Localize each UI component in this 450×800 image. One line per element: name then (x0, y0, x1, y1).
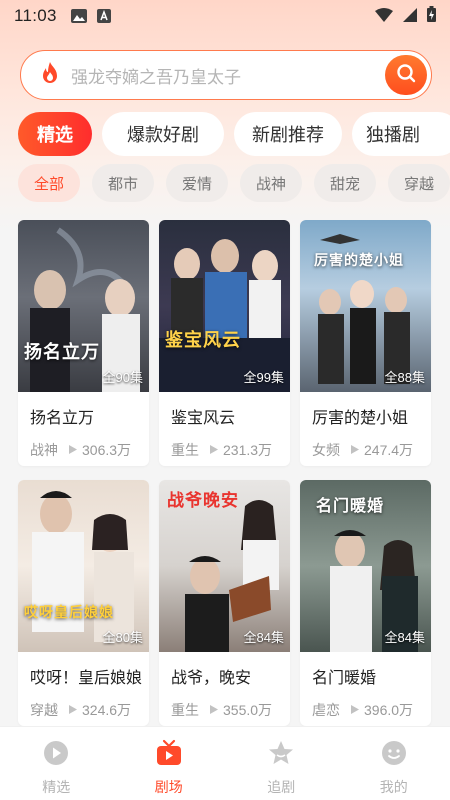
episode-count: 全84集 (243, 630, 284, 645)
category-time-travel[interactable]: 穿越 (388, 164, 450, 202)
drama-tag: 虐恋 (312, 702, 340, 718)
drama-poster: 哎呀皇后娘娘 全80集 (18, 480, 149, 652)
status-bar: 11:03 (0, 0, 450, 32)
play-count-icon (209, 442, 219, 458)
star-icon (267, 739, 295, 771)
episode-count: 全90集 (102, 370, 143, 385)
gallery-icon (70, 9, 87, 23)
drama-title: 名门暖婚 (312, 670, 377, 687)
play-count-icon (68, 442, 78, 458)
tab-hot-dramas[interactable]: 爆款好剧 (102, 112, 224, 156)
play-count-icon (350, 442, 360, 458)
nav-profile[interactable]: 我的 (338, 727, 450, 800)
episode-count: 全88集 (384, 370, 425, 385)
episode-count: 全84集 (384, 630, 425, 645)
category-all[interactable]: 全部 (18, 164, 80, 202)
top-tabs: 精选 爆款好剧 新剧推荐 独播剧 (18, 112, 450, 156)
drama-poster: 扬名立万 全90集 (18, 220, 149, 392)
drama-meta: 穿越 324.6万 (30, 700, 149, 720)
drama-tag: 重生 (171, 442, 199, 458)
drama-title: 鉴宝风云 (171, 410, 236, 427)
drama-title: 厉害的楚小姐 (312, 410, 409, 427)
nav-label: 我的 (379, 779, 408, 795)
poster-title-art: 鉴宝风云 (165, 330, 241, 351)
drama-title: 战爷，晚安 (171, 670, 252, 687)
view-count: 396.0万 (364, 702, 414, 718)
tab-exclusive[interactable]: 独播剧 (352, 112, 450, 156)
poster-title-art: 名门暖婚 (316, 496, 385, 515)
episode-count: 全99集 (243, 370, 284, 385)
smiley-icon (380, 739, 408, 771)
drama-title: 扬名立万 (30, 410, 95, 427)
drama-card[interactable]: 扬名立万 全90集 扬名立万 战神 306.3万 (18, 220, 149, 466)
battery-icon (427, 6, 436, 26)
view-count: 355.0万 (223, 702, 273, 718)
play-circle-icon (42, 739, 70, 771)
poster-title-art: 厉害的楚小姐 (314, 253, 404, 269)
drama-tag: 战神 (30, 442, 58, 458)
drama-meta: 战神 306.3万 (30, 440, 149, 460)
bottom-navigation: 精选 剧场 追剧 我的 (0, 726, 450, 800)
drama-tag: 重生 (171, 702, 199, 718)
search-button[interactable] (385, 55, 427, 95)
search-input[interactable]: 强龙夺嫡之吾乃皇太子 (71, 63, 241, 88)
category-sweet[interactable]: 甜宠 (314, 164, 376, 202)
drama-card[interactable]: 哎呀皇后娘娘 全80集 哎呀！皇后娘娘 穿越 324.6万 (18, 480, 149, 726)
nav-featured[interactable]: 精选 (0, 727, 113, 800)
poster-title-art: 扬名立万 (24, 342, 100, 363)
drama-card[interactable]: 战爷晚安 全84集 战爷，晚安 重生 355.0万 (159, 480, 290, 726)
play-count-icon (350, 702, 360, 718)
episode-count: 全80集 (102, 630, 143, 645)
drama-tag: 女频 (312, 442, 340, 458)
view-count: 324.6万 (82, 702, 132, 718)
view-count: 247.4万 (364, 442, 414, 458)
category-romance[interactable]: 爱情 (166, 164, 228, 202)
view-count: 231.3万 (223, 442, 273, 458)
drama-grid: 扬名立万 全90集 扬名立万 战神 306.3万 鉴宝风云 全99集 鉴宝风云 … (18, 220, 432, 726)
play-count-icon (68, 702, 78, 718)
drama-poster: 名门暖婚 全84集 (300, 480, 431, 652)
signal-icon (403, 7, 417, 26)
drama-meta: 重生 231.3万 (171, 440, 290, 460)
wifi-icon (375, 7, 393, 26)
drama-meta: 虐恋 396.0万 (312, 700, 431, 720)
poster-title-art: 战爷晚安 (167, 491, 239, 511)
tab-featured[interactable]: 精选 (18, 112, 92, 156)
nav-following[interactable]: 追剧 (225, 727, 338, 800)
status-time: 11:03 (14, 6, 57, 25)
category-urban[interactable]: 都市 (92, 164, 154, 202)
drama-card[interactable]: 名门暖婚 全84集 名门暖婚 虐恋 396.0万 (300, 480, 431, 726)
tab-new-dramas[interactable]: 新剧推荐 (234, 112, 342, 156)
drama-card[interactable]: 鉴宝风云 全99集 鉴宝风云 重生 231.3万 (159, 220, 290, 466)
category-filter: 全部 都市 爱情 战神 甜宠 穿越 (18, 164, 450, 202)
drama-title: 哎呀！皇后娘娘 (30, 670, 143, 687)
drama-meta: 女频 247.4万 (312, 440, 431, 460)
category-war-god[interactable]: 战神 (240, 164, 302, 202)
drama-poster: 战爷晚安 全84集 (159, 480, 290, 652)
nav-label: 剧场 (154, 779, 183, 795)
search-bar[interactable]: 强龙夺嫡之吾乃皇太子 (20, 50, 432, 100)
drama-card[interactable]: 厉害的楚小姐 全88集 厉害的楚小姐 女频 247.4万 (300, 220, 431, 466)
nav-label: 精选 (42, 779, 71, 795)
tv-icon (155, 739, 183, 771)
drama-meta: 重生 355.0万 (171, 700, 290, 720)
play-count-icon (209, 702, 219, 718)
drama-poster: 鉴宝风云 全99集 (159, 220, 290, 392)
drama-tag: 穿越 (30, 702, 58, 718)
fire-icon (39, 61, 61, 89)
notification-a-icon (96, 9, 111, 23)
drama-poster: 厉害的楚小姐 全88集 (300, 220, 431, 392)
nav-theater[interactable]: 剧场 (113, 727, 226, 800)
nav-label: 追剧 (267, 779, 296, 795)
search-icon (395, 62, 417, 88)
poster-title-art: 哎呀皇后娘娘 (24, 605, 114, 621)
view-count: 306.3万 (82, 442, 132, 458)
